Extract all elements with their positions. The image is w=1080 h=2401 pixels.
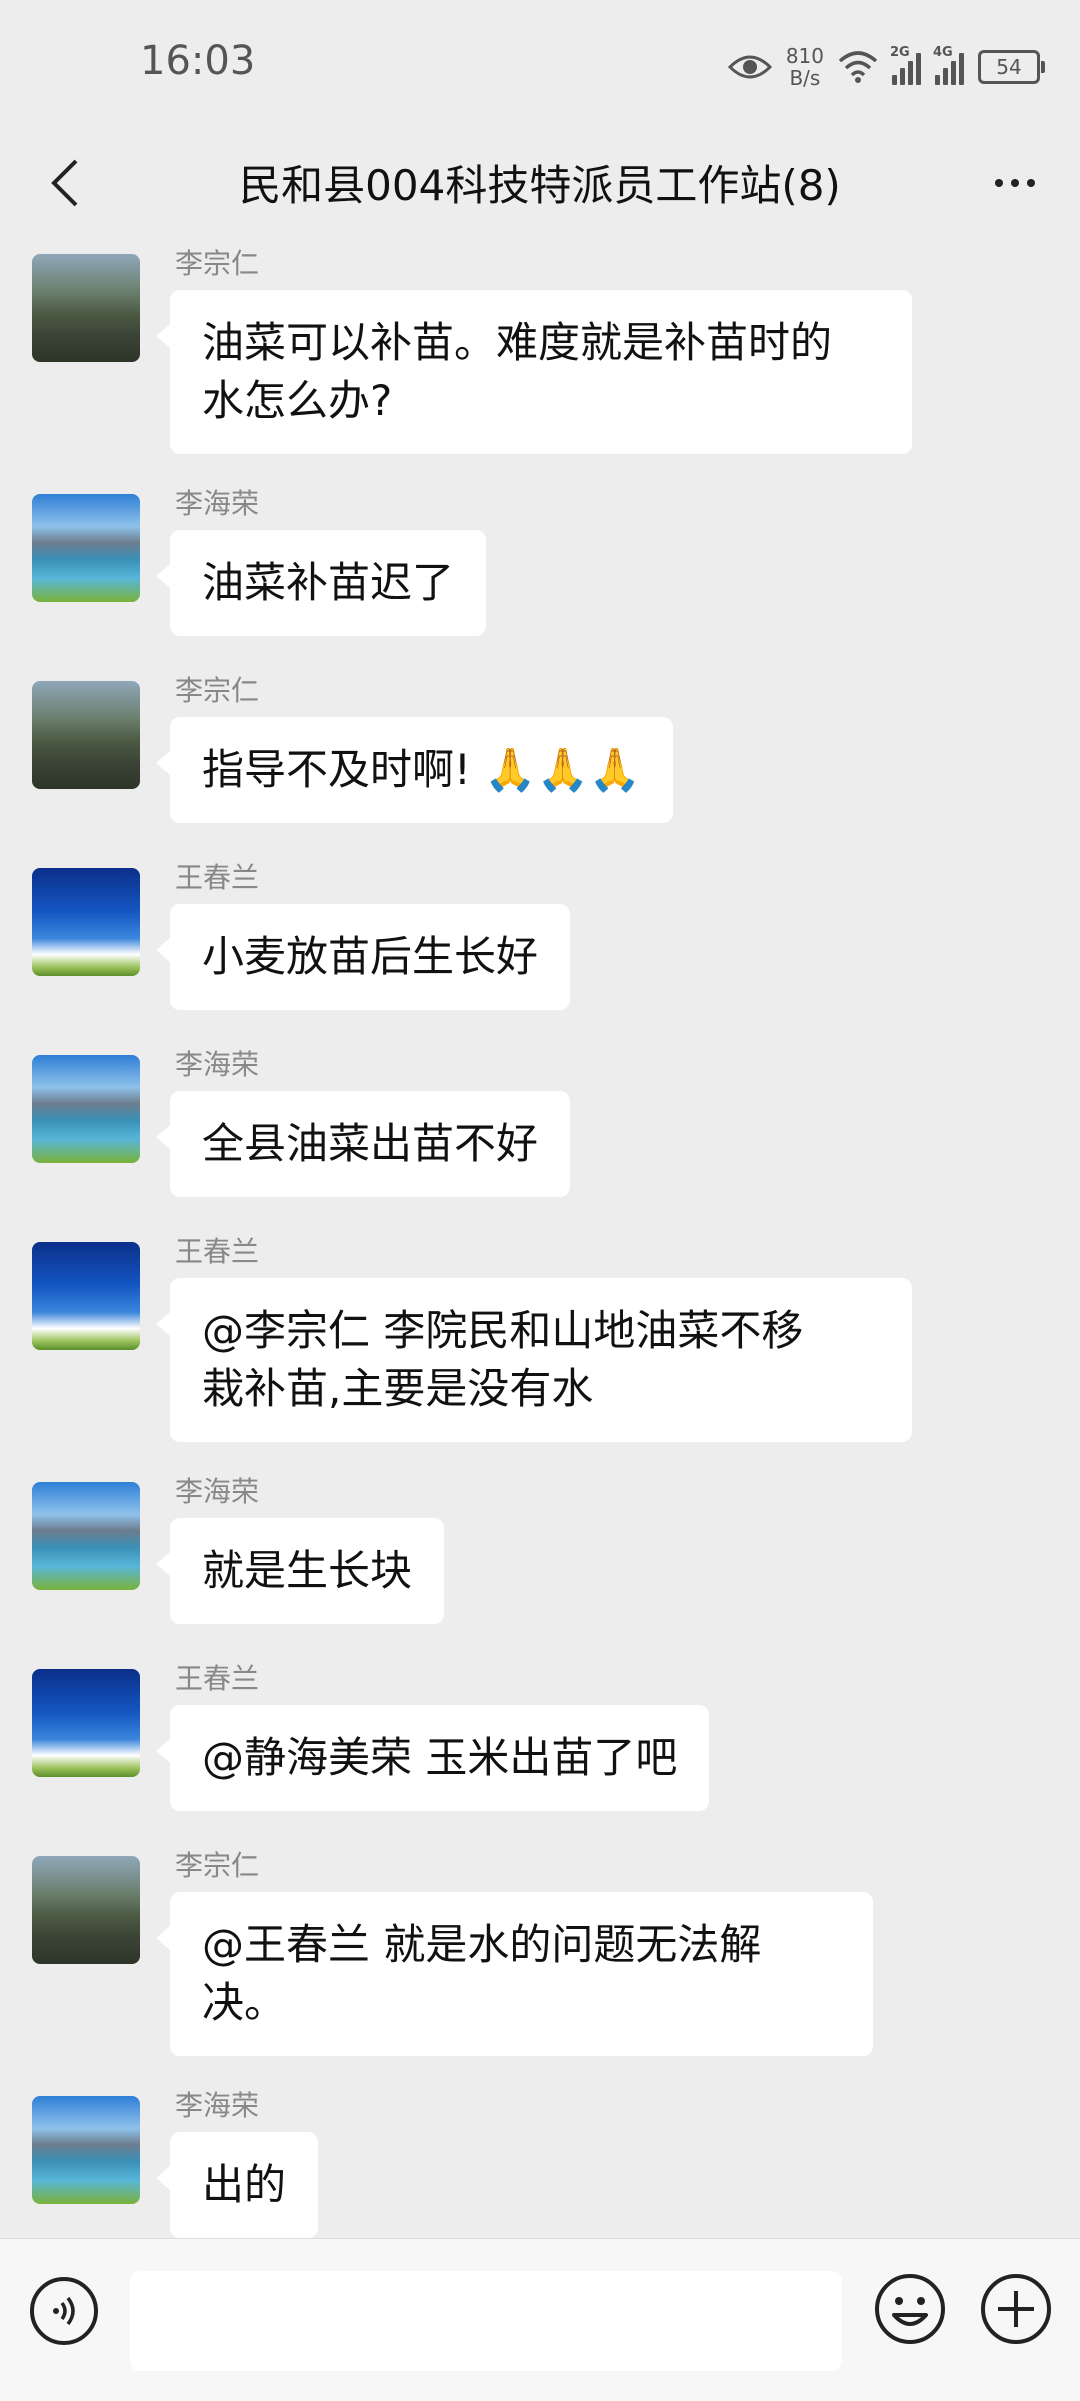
- message-bubble[interactable]: 油菜可以补苗。难度就是补苗时的 水怎么办?: [156, 290, 912, 454]
- sender-name: 李海荣: [175, 1475, 260, 1508]
- message-text: 油菜补苗迟了: [202, 558, 455, 607]
- message-text: 水怎么办?: [202, 376, 393, 425]
- emoji-icon: [875, 2274, 945, 2344]
- message-text: 就是生长块: [202, 1546, 413, 1595]
- pray-emoji-icon: 🙏🙏🙏: [484, 745, 642, 794]
- more-functions-button[interactable]: [978, 2271, 1054, 2347]
- sender-name: 王春兰: [175, 861, 260, 894]
- message-list[interactable]: 李宗仁 油菜可以补苗。难度就是补苗时的 水怎么办? 李海荣 油菜补苗迟了 李宗仁…: [0, 240, 1080, 2238]
- avatar[interactable]: [32, 681, 140, 789]
- message-text: 栽补苗,主要是没有水: [202, 1364, 594, 1413]
- avatar[interactable]: [32, 2096, 140, 2204]
- wifi-icon: [838, 51, 878, 83]
- signal-icon: 2G: [890, 45, 921, 85]
- status-time: 16:03: [140, 38, 256, 84]
- battery-icon: 54: [978, 50, 1045, 84]
- sender-name: 李宗仁: [175, 1849, 260, 1882]
- message-bubble[interactable]: 全县油菜出苗不好: [155, 1091, 571, 1197]
- more-button[interactable]: [980, 148, 1050, 218]
- net-speed-value: 810: [785, 44, 824, 68]
- message-text: @李宗仁 李院民和山地油菜不移: [202, 1306, 804, 1355]
- page-title: 民和县004科技特派员工作站(8): [239, 161, 841, 210]
- sender-name: 李宗仁: [175, 247, 260, 280]
- chevron-left-icon: [51, 159, 78, 207]
- more-dots-icon: [995, 179, 1003, 187]
- message-text: 小麦放苗后生长好: [202, 932, 539, 981]
- sender-name: 李海荣: [175, 487, 260, 520]
- avatar[interactable]: [32, 868, 140, 976]
- avatar[interactable]: [32, 254, 140, 362]
- message-bubble[interactable]: 就是生长块: [155, 1518, 445, 1624]
- avatar[interactable]: [32, 1856, 140, 1964]
- voice-button[interactable]: [30, 2277, 98, 2345]
- sender-name: 李海荣: [175, 2089, 260, 2122]
- message-bubble[interactable]: 油菜补苗迟了: [155, 530, 487, 636]
- avatar[interactable]: [32, 1482, 140, 1590]
- message-text: @王春兰 就是水的问题无法解: [202, 1920, 762, 1969]
- message-text: 全县油菜出苗不好: [202, 1119, 539, 1168]
- sender-name: 王春兰: [175, 1235, 260, 1268]
- sender-name: 李宗仁: [175, 674, 260, 707]
- status-icons: 810 B/s 2G 4G 54: [727, 32, 1045, 102]
- status-bar: 16:03 810 B/s 2G 4G 54: [0, 0, 1080, 130]
- avatar[interactable]: [32, 1669, 140, 1777]
- signal-icon-2: 4G: [933, 45, 964, 85]
- message-input[interactable]: [130, 2271, 842, 2371]
- message-text: 油菜可以补苗。难度就是补苗时的: [202, 318, 833, 367]
- sender-name: 王春兰: [175, 1662, 260, 1695]
- voice-icon: [53, 2296, 75, 2326]
- plus-icon: [981, 2274, 1051, 2344]
- message-bubble[interactable]: 指导不及时啊! 🙏🙏🙏: [155, 717, 674, 823]
- message-text: @静海美荣 玉米出苗了吧: [202, 1733, 678, 1782]
- message-bubble[interactable]: @李宗仁 李院民和山地油菜不移 栽补苗,主要是没有水: [156, 1278, 912, 1442]
- message-bubble[interactable]: 出的: [155, 2132, 319, 2238]
- eye-icon: [727, 55, 772, 79]
- message-text: 出的: [202, 2160, 287, 2209]
- message-text: 决。: [202, 1978, 287, 2027]
- network-speed: 810 B/s: [786, 45, 824, 89]
- sim2-tag: 4G: [933, 45, 953, 60]
- message-text: 指导不及时啊!: [202, 745, 471, 794]
- avatar[interactable]: [32, 1242, 140, 1350]
- input-bar: [0, 2238, 1080, 2401]
- avatar[interactable]: [32, 1055, 140, 1163]
- message-bubble[interactable]: @静海美荣 玉米出苗了吧: [155, 1705, 710, 1811]
- chat-header: 民和县004科技特派员工作站(8): [0, 130, 1080, 240]
- battery-level: 54: [996, 55, 1022, 79]
- sender-name: 李海荣: [175, 1048, 260, 1081]
- back-button[interactable]: [30, 148, 100, 218]
- message-bubble[interactable]: 小麦放苗后生长好: [155, 904, 571, 1010]
- avatar[interactable]: [32, 494, 140, 602]
- net-speed-unit: B/s: [789, 66, 821, 90]
- message-bubble[interactable]: @王春兰 就是水的问题无法解 决。: [156, 1892, 873, 2056]
- emoji-button[interactable]: [872, 2271, 948, 2347]
- sim1-tag: 2G: [890, 45, 910, 60]
